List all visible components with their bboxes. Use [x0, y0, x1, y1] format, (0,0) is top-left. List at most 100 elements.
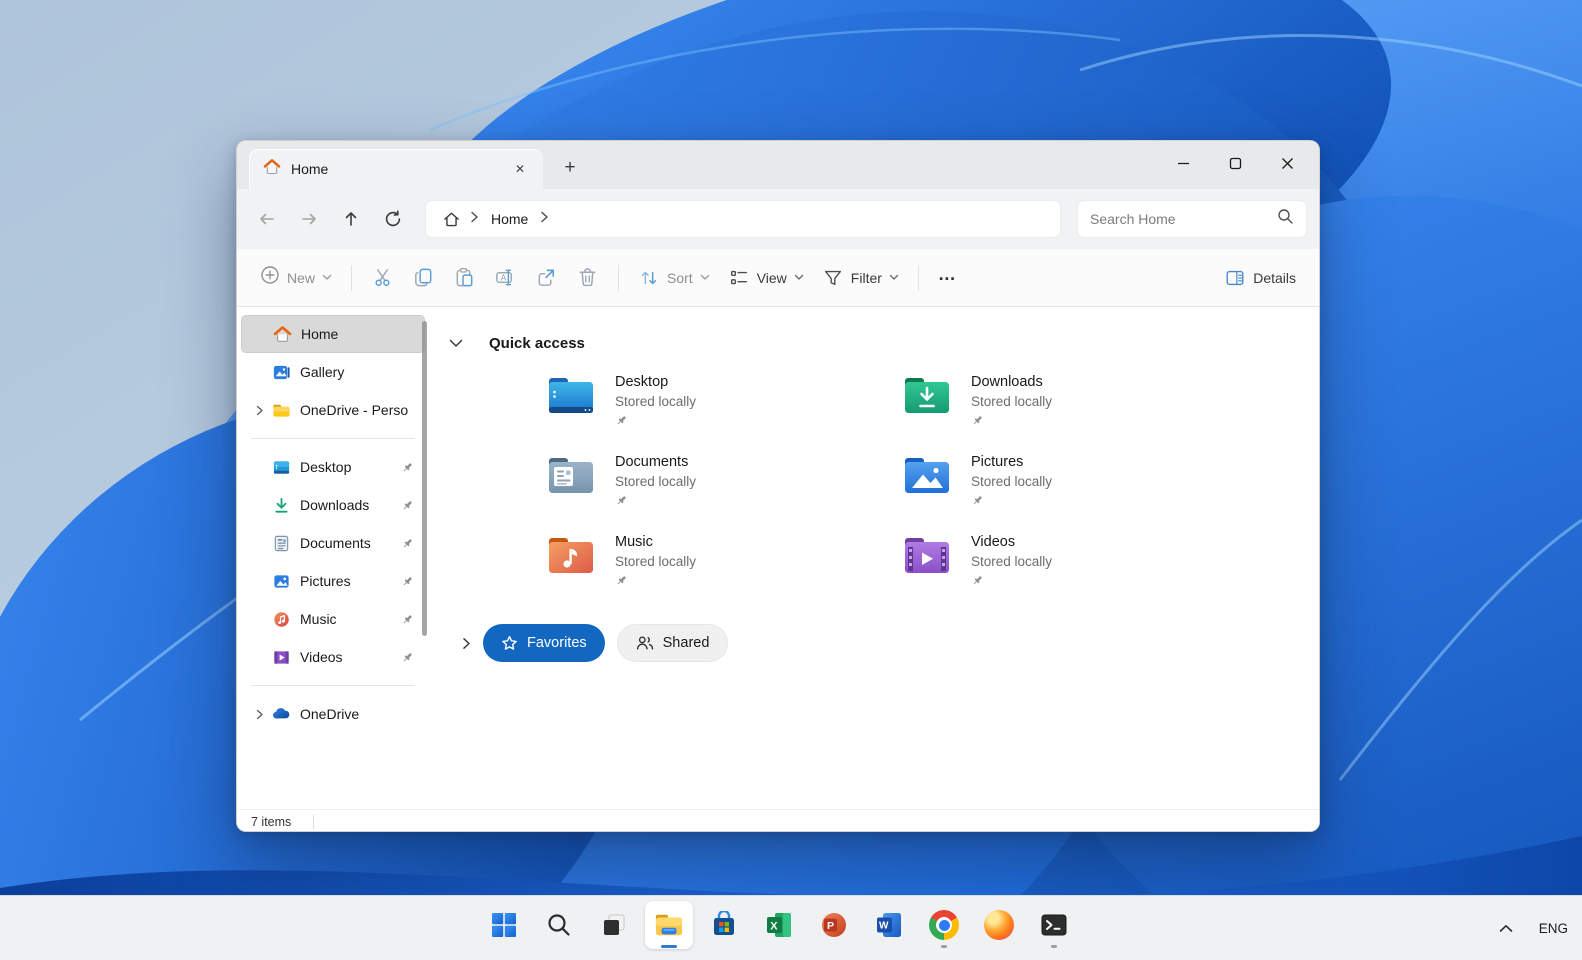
- desktop: Home ✕ + Home Search Home New A Sort Vie…: [0, 0, 1582, 960]
- sort-button[interactable]: Sort: [629, 259, 719, 297]
- toolbar-divider: [917, 264, 919, 291]
- sidebar-item-downloads[interactable]: Downloads: [241, 486, 425, 524]
- up-button[interactable]: [333, 201, 369, 237]
- toolbar-divider: [618, 264, 620, 291]
- trash-icon: [579, 268, 596, 287]
- pin-icon: [399, 537, 415, 550]
- copy-button[interactable]: [403, 259, 444, 297]
- excel-icon: X: [767, 913, 791, 937]
- breadcrumb-home[interactable]: Home: [483, 211, 536, 227]
- svg-text:W: W: [879, 921, 889, 932]
- new-button[interactable]: New: [251, 259, 341, 297]
- quick-access-item-music[interactable]: Music Stored locally: [547, 532, 903, 590]
- excel-button[interactable]: X: [755, 901, 803, 949]
- favorites-pill[interactable]: Favorites: [483, 624, 605, 662]
- sidebar-divider: [251, 438, 415, 439]
- chevron-down-icon: [889, 274, 899, 280]
- expand-chevron-icon[interactable]: [249, 709, 271, 720]
- sidebar-item-videos[interactable]: Videos: [241, 638, 425, 676]
- terminal-button[interactable]: [1030, 901, 1078, 949]
- powerpoint-button[interactable]: P: [810, 901, 858, 949]
- sidebar-item-music[interactable]: Music: [241, 600, 425, 638]
- see-more-button[interactable]: …: [929, 259, 967, 297]
- delete-button[interactable]: [567, 259, 608, 297]
- breadcrumb-home-icon[interactable]: [436, 201, 466, 237]
- sidebar-item-documents[interactable]: Documents: [241, 524, 425, 562]
- quick-access-grid: Desktop Stored locally Downloads Stored …: [547, 372, 1319, 590]
- hidden-icons-chevron-icon[interactable]: [1499, 924, 1513, 933]
- gallery-icon: [271, 362, 291, 382]
- search-button[interactable]: [535, 901, 583, 949]
- pin-icon: [399, 651, 415, 664]
- chrome-button[interactable]: [920, 901, 968, 949]
- details-button[interactable]: Details: [1215, 259, 1305, 297]
- pin-icon: [615, 574, 696, 592]
- tab-home[interactable]: Home ✕: [249, 149, 543, 189]
- quick-access-item-documents[interactable]: Documents Stored locally: [547, 452, 903, 510]
- language-indicator[interactable]: ENG: [1539, 921, 1568, 936]
- firefox-button[interactable]: [975, 901, 1023, 949]
- cut-button[interactable]: [362, 259, 403, 297]
- onedrive-cloud-icon: [271, 704, 291, 724]
- content-pane: Quick access Desktop Stored locally Down…: [429, 307, 1319, 809]
- quick-access-item-desktop[interactable]: Desktop Stored locally: [547, 372, 903, 430]
- quick-access-header[interactable]: Quick access: [449, 335, 1319, 352]
- search-input[interactable]: [1090, 211, 1277, 227]
- tab-close-icon[interactable]: ✕: [507, 156, 533, 182]
- downloads-folder-icon: [903, 374, 951, 418]
- maximize-button[interactable]: [1209, 141, 1261, 185]
- start-button[interactable]: [480, 901, 528, 949]
- quick-access-item-pictures[interactable]: Pictures Stored locally: [903, 452, 1259, 510]
- onedrive-folder-icon: [271, 400, 291, 420]
- refresh-button[interactable]: [375, 201, 411, 237]
- collapse-chevron-icon[interactable]: [449, 339, 463, 348]
- expand-chevron-icon[interactable]: [462, 637, 471, 650]
- address-bar[interactable]: Home: [425, 200, 1061, 238]
- filter-button[interactable]: Filter: [813, 259, 908, 297]
- item-name: Videos: [971, 534, 1016, 550]
- expand-chevron-icon[interactable]: [249, 405, 271, 416]
- item-name: Pictures: [971, 454, 1024, 470]
- forward-button[interactable]: [291, 201, 327, 237]
- word-button[interactable]: W: [865, 901, 913, 949]
- share-button[interactable]: [526, 259, 567, 297]
- sidebar-item-home[interactable]: Home: [241, 315, 425, 353]
- close-button[interactable]: [1261, 141, 1313, 185]
- back-button[interactable]: [249, 201, 285, 237]
- sidebar-item-desktop[interactable]: Desktop: [241, 448, 425, 486]
- tab-title: Home: [291, 161, 329, 177]
- rename-button[interactable]: A: [485, 259, 526, 297]
- favorites-label: Favorites: [527, 635, 587, 651]
- quick-access-item-videos[interactable]: Videos Stored locally: [903, 532, 1259, 590]
- sidebar-item-gallery[interactable]: Gallery: [241, 353, 425, 391]
- plus-circle-icon: [260, 265, 280, 290]
- sidebar-scrollbar[interactable]: [422, 321, 427, 636]
- minimize-button[interactable]: [1157, 141, 1209, 185]
- search-box[interactable]: [1077, 200, 1307, 238]
- paste-button[interactable]: [444, 259, 485, 297]
- chevron-down-icon: [700, 274, 709, 280]
- new-tab-button[interactable]: +: [553, 151, 587, 185]
- item-count: 7 items: [251, 815, 292, 829]
- file-explorer-button[interactable]: [645, 901, 693, 949]
- search-icon[interactable]: [1277, 208, 1294, 230]
- sidebar-divider: [251, 685, 415, 686]
- music-icon: [271, 609, 291, 629]
- word-icon: W: [877, 913, 901, 937]
- task-view-button[interactable]: [590, 901, 638, 949]
- view-button[interactable]: View: [719, 259, 813, 297]
- microsoft-store-button[interactable]: [700, 901, 748, 949]
- sidebar-item-onedrive-personal[interactable]: OneDrive - Perso: [241, 391, 425, 429]
- navigation-bar: Home: [237, 189, 1319, 249]
- sidebar-item-pictures[interactable]: Pictures: [241, 562, 425, 600]
- quick-access-item-downloads[interactable]: Downloads Stored locally: [903, 372, 1259, 430]
- view-icon: [730, 270, 747, 284]
- chrome-icon: [929, 910, 959, 940]
- powerpoint-icon: P: [822, 913, 846, 937]
- sidebar-item-onedrive[interactable]: OneDrive: [241, 695, 425, 733]
- shared-pill[interactable]: Shared: [616, 624, 729, 662]
- pin-icon: [971, 494, 1052, 512]
- pin-icon: [971, 574, 1052, 592]
- item-status: Stored locally: [971, 474, 1053, 489]
- home-icon: [272, 324, 292, 344]
